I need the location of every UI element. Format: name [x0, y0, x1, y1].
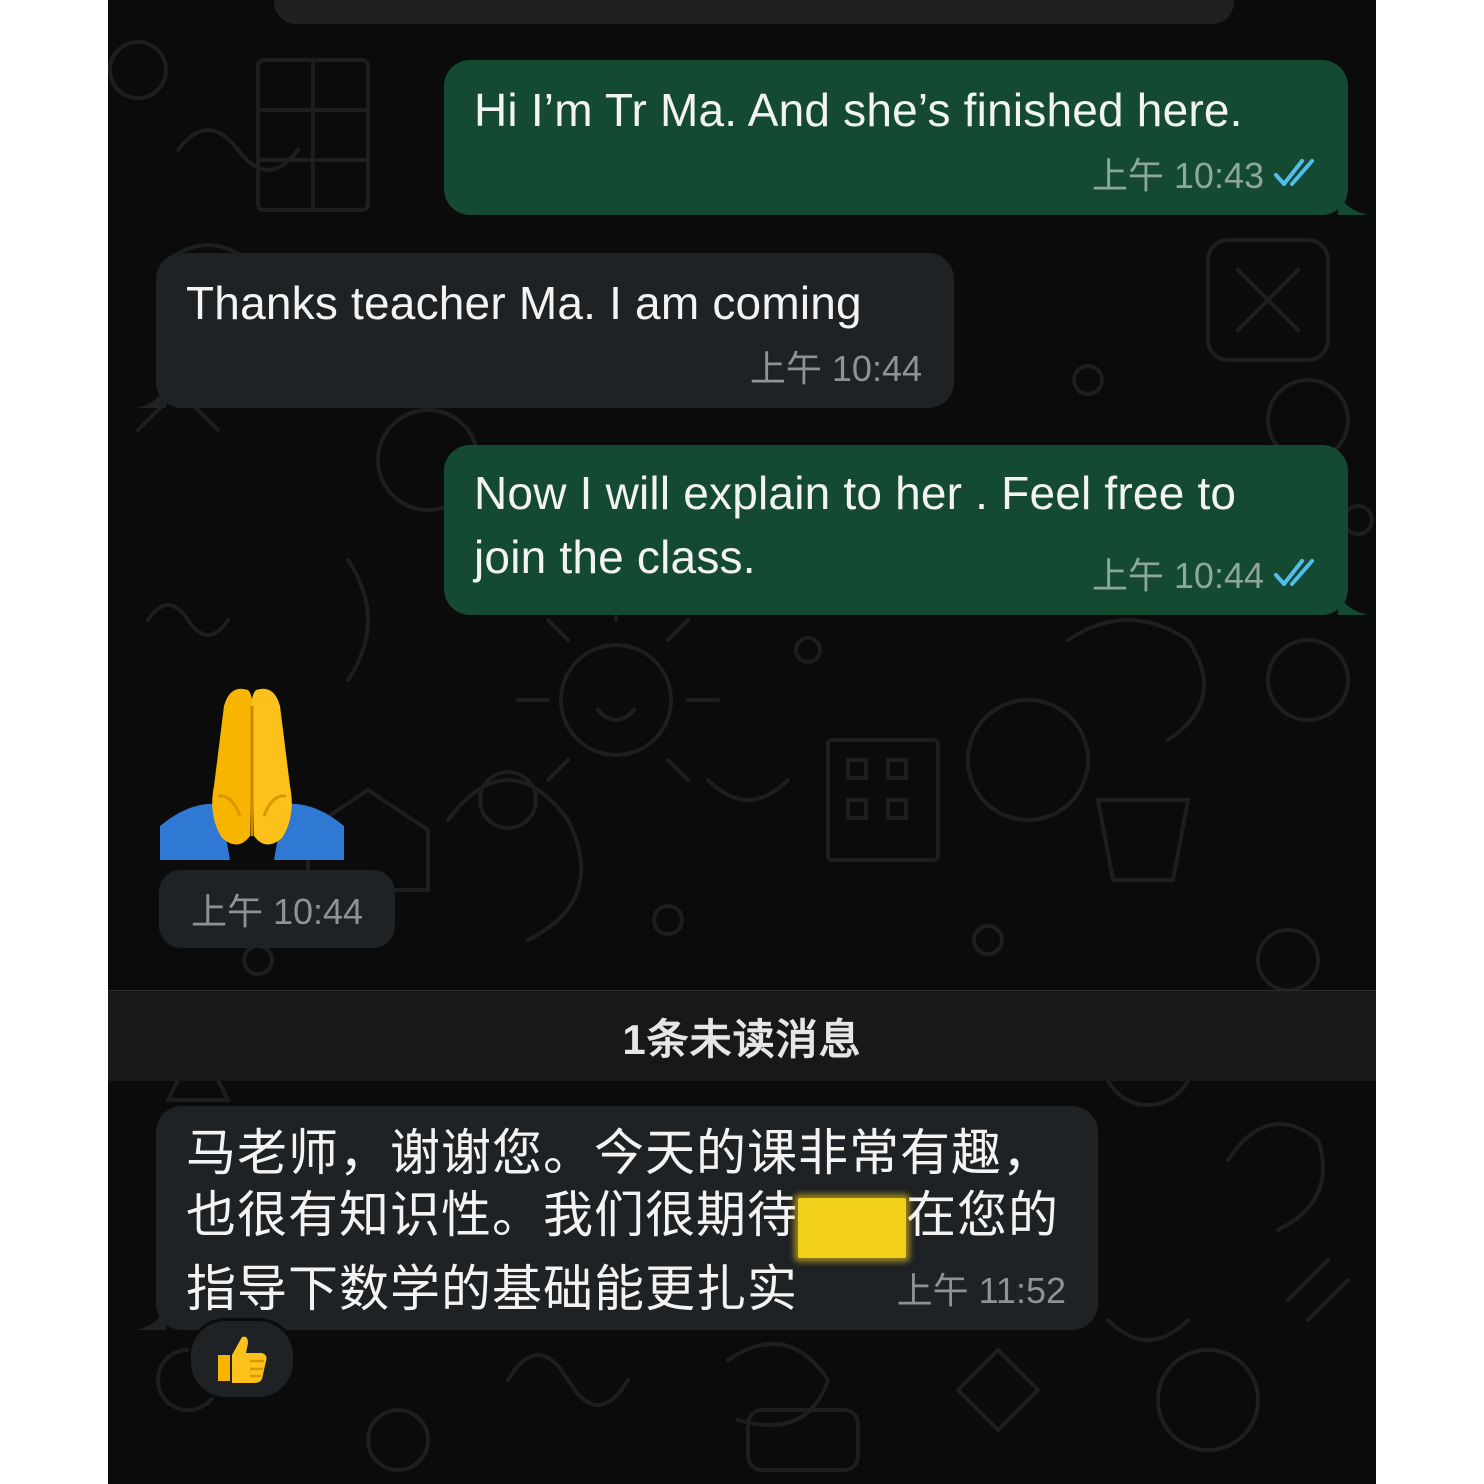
bubble-tail: [1338, 189, 1368, 215]
message-time: 上午 11:52: [896, 1270, 1066, 1311]
previous-message-bubble[interactable]: [274, 0, 1234, 24]
message-meta: 上午 10:44: [750, 340, 922, 392]
folded-hands-emoji[interactable]: [160, 676, 344, 860]
message-text: Thanks teacher Ma. I am coming: [186, 277, 862, 329]
message-meta: 上午 10:43: [1092, 147, 1320, 199]
outgoing-message[interactable]: Now I will explain to her . Feel free to…: [444, 445, 1368, 615]
incoming-message[interactable]: Thanks teacher Ma. I am coming 上午 10:44: [136, 253, 954, 408]
redacted-name: 昱辰: [798, 1198, 906, 1258]
bubble-tail: [1338, 589, 1368, 615]
message-text-line-2: 也很有知识性。我们很期待昱辰 在您的: [186, 1184, 1068, 1258]
chat-screen: Hi I’m Tr Ma. And she’s finished here. 上…: [108, 0, 1376, 1484]
read-double-check-icon: [1274, 159, 1314, 186]
message-time: 上午 10:44: [749, 348, 922, 389]
bubble-tail: [136, 382, 166, 408]
message-meta: 上午 11:52: [897, 1262, 1066, 1314]
text-segment: 在您的: [906, 1187, 1059, 1243]
message-reaction[interactable]: [188, 1318, 296, 1400]
unread-messages-divider: 1条未读消息: [108, 990, 1376, 1081]
message-time: 上午 10:44: [1091, 555, 1264, 596]
message-time: 上午 10:43: [1091, 155, 1264, 196]
text-segment: 也很有知识性。我们很期待: [186, 1187, 798, 1243]
message-text-line-1: Now I will explain to her . Feel free to: [474, 467, 1237, 519]
message-meta: 上午 10:44: [1092, 547, 1320, 599]
read-double-check-icon: [1274, 559, 1314, 586]
message-text: Hi I’m Tr Ma. And she’s finished here.: [474, 84, 1243, 136]
message-time: 上午 10:44: [159, 870, 395, 948]
thumbs-up-emoji: [218, 1336, 267, 1383]
message-text-line-1: 马老师，谢谢您。今天的课非常有趣，: [186, 1125, 1053, 1181]
unread-divider-label: 1条未读消息: [622, 1015, 862, 1063]
incoming-message[interactable]: 马老师，谢谢您。今天的课非常有趣， 也很有知识性。我们很期待昱辰 在您的 指导下数…: [136, 1106, 1098, 1330]
outgoing-message[interactable]: Hi I’m Tr Ma. And she’s finished here. 上…: [444, 60, 1368, 215]
bubble-tail: [136, 1304, 166, 1330]
